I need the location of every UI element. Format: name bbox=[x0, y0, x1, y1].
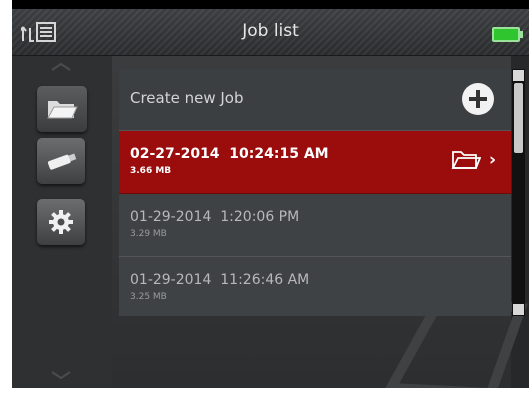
title-bar: Job list bbox=[12, 9, 529, 56]
create-new-job-label: Create new Job bbox=[130, 89, 244, 107]
chevron-down-icon[interactable] bbox=[50, 370, 72, 380]
scrollbar-thumb[interactable] bbox=[514, 83, 523, 153]
scroll-down-button[interactable] bbox=[513, 304, 524, 315]
chevron-right-icon[interactable]: › bbox=[489, 150, 496, 170]
table-row[interactable]: 02-27-2014 10:24:15 AM 3.66 MB › bbox=[119, 131, 511, 194]
table-row[interactable]: 01-29-2014 1:20:06 PM 3.29 MB bbox=[119, 194, 511, 257]
sidebar-item-usb[interactable] bbox=[37, 138, 85, 184]
plus-icon[interactable] bbox=[462, 83, 494, 115]
sidebar-item-folder[interactable] bbox=[37, 86, 87, 132]
battery-icon bbox=[492, 27, 520, 42]
table-row[interactable]: 01-29-2014 11:26:46 AM 3.25 MB bbox=[119, 257, 511, 316]
job-size: 3.29 MB bbox=[130, 229, 167, 239]
gear-icon bbox=[49, 210, 73, 234]
job-size: 3.25 MB bbox=[130, 292, 167, 302]
top-strip bbox=[12, 0, 529, 9]
scrollbar[interactable] bbox=[512, 69, 525, 316]
chevron-up-icon[interactable] bbox=[50, 61, 72, 71]
sidebar-item-settings[interactable] bbox=[37, 199, 85, 245]
job-size: 3.66 MB bbox=[130, 166, 172, 176]
job-list: Create new Job 02-27-2014 10:24:15 AM 3.… bbox=[119, 69, 511, 316]
create-new-job-row[interactable]: Create new Job bbox=[119, 69, 511, 131]
job-date: 01-29-2014 11:26:46 AM bbox=[130, 272, 310, 288]
device-screen: Job list Create new Job 02-27-2014 10:24… bbox=[12, 0, 529, 388]
job-date: 01-29-2014 1:20:06 PM bbox=[130, 209, 300, 225]
job-date: 02-27-2014 10:24:15 AM bbox=[130, 146, 329, 162]
scroll-up-button[interactable] bbox=[513, 70, 524, 81]
open-folder-icon[interactable] bbox=[451, 149, 481, 171]
battery-tip bbox=[520, 31, 523, 38]
folder-icon bbox=[47, 101, 78, 119]
page-title: Job list bbox=[242, 21, 299, 41]
usb-drive-icon bbox=[47, 153, 77, 170]
sidebar bbox=[12, 56, 112, 388]
